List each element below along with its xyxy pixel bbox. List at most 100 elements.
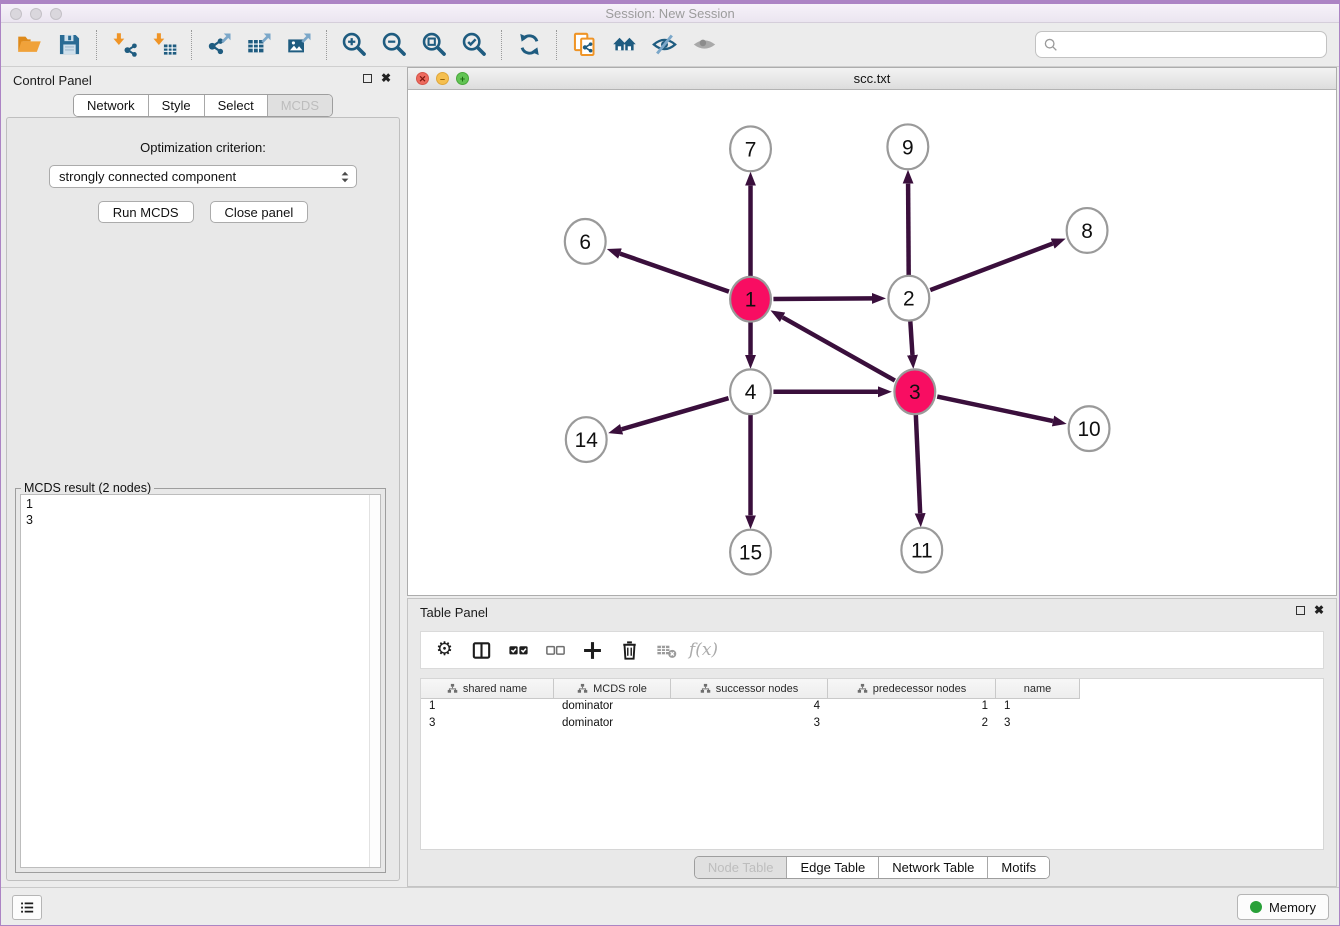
toolbar-separator bbox=[191, 30, 192, 60]
zoom-fit-icon bbox=[421, 31, 448, 58]
network-canvas[interactable]: 7968124314101511 bbox=[408, 90, 1336, 595]
column-header-mcds-role[interactable]: MCDS role bbox=[554, 679, 671, 699]
first-neighbors-button[interactable] bbox=[604, 27, 644, 63]
export-table-icon bbox=[246, 31, 273, 58]
table-tab-network-table[interactable]: Network Table bbox=[879, 857, 988, 878]
refresh-button[interactable] bbox=[509, 27, 549, 63]
select-all-button[interactable] bbox=[503, 635, 534, 665]
tab-network[interactable]: Network bbox=[74, 95, 149, 116]
log-console-button[interactable] bbox=[12, 895, 42, 920]
graph-node-label-2: 2 bbox=[903, 288, 915, 311]
table-cell[interactable]: 3 bbox=[671, 716, 828, 733]
combo-stepper-icon bbox=[337, 168, 353, 186]
save-session-button[interactable] bbox=[49, 27, 89, 63]
mcds-result-textarea[interactable]: 1 3 bbox=[20, 494, 381, 868]
search-icon bbox=[1043, 37, 1059, 53]
tab-select[interactable]: Select bbox=[205, 95, 268, 116]
table-cell[interactable]: dominator bbox=[554, 699, 671, 716]
table-cell[interactable]: 3 bbox=[421, 716, 554, 733]
memory-button[interactable]: Memory bbox=[1237, 894, 1329, 920]
table-cell[interactable]: 1 bbox=[421, 699, 554, 716]
mcds-result-title: MCDS result (2 nodes) bbox=[21, 481, 154, 495]
hide-selected-icon bbox=[651, 31, 678, 58]
toolbar-separator bbox=[556, 30, 557, 60]
table-row[interactable]: 3dominator323 bbox=[421, 716, 1323, 733]
graph-edge-1-2[interactable] bbox=[773, 298, 872, 299]
delete-table-button bbox=[651, 635, 682, 665]
float-panel-icon[interactable] bbox=[363, 74, 372, 83]
float-table-panel-icon[interactable] bbox=[1296, 606, 1305, 615]
table-row[interactable]: 1dominator411 bbox=[421, 699, 1323, 716]
duplicate-network-button[interactable] bbox=[564, 27, 604, 63]
graph-node-label-14: 14 bbox=[575, 429, 598, 452]
tab-mcds[interactable]: MCDS bbox=[268, 95, 332, 116]
column-header-successor-nodes[interactable]: successor nodes bbox=[671, 679, 828, 699]
export-network-button[interactable] bbox=[199, 27, 239, 63]
graph-node-label-7: 7 bbox=[745, 138, 757, 161]
result-scrollbar[interactable] bbox=[369, 495, 380, 867]
import-table-icon bbox=[151, 31, 178, 58]
zoom-fit-button[interactable] bbox=[414, 27, 454, 63]
close-table-panel-icon[interactable]: ✖ bbox=[1314, 605, 1324, 615]
column-header-predecessor-nodes[interactable]: predecessor nodes bbox=[828, 679, 996, 699]
table-tab-motifs[interactable]: Motifs bbox=[988, 857, 1049, 878]
table-cell[interactable]: dominator bbox=[554, 716, 671, 733]
toolbar-separator bbox=[326, 30, 327, 60]
control-panel-title: Control Panel bbox=[13, 73, 92, 88]
open-session-button[interactable] bbox=[9, 27, 49, 63]
search-input[interactable] bbox=[1059, 35, 1326, 55]
column-header-shared-name[interactable]: shared name bbox=[421, 679, 554, 699]
table-tab-edge-table[interactable]: Edge Table bbox=[787, 857, 879, 878]
list-icon bbox=[19, 899, 36, 916]
criterion-select[interactable]: strongly connected component bbox=[49, 165, 357, 188]
split-panel-button[interactable] bbox=[466, 635, 497, 665]
import-table-button[interactable] bbox=[144, 27, 184, 63]
graph-node-label-6: 6 bbox=[579, 231, 591, 254]
graph-edge-3-1[interactable] bbox=[783, 317, 895, 380]
table-cell[interactable]: 2 bbox=[828, 716, 996, 733]
table-cell[interactable]: 4 bbox=[671, 699, 828, 716]
graph-edge-2-3[interactable] bbox=[910, 321, 912, 355]
graph-edge-2-8[interactable] bbox=[930, 244, 1052, 290]
window-title: Session: New Session bbox=[1, 6, 1339, 21]
table-cell[interactable]: 3 bbox=[996, 716, 1080, 733]
graph-node-label-9: 9 bbox=[902, 136, 914, 159]
deselect-all-icon bbox=[544, 639, 567, 662]
graph-edge-2-9[interactable] bbox=[908, 184, 909, 276]
zoom-selected-button[interactable] bbox=[454, 27, 494, 63]
run-mcds-button[interactable]: Run MCDS bbox=[98, 201, 194, 223]
table-tab-node-table[interactable]: Node Table bbox=[695, 857, 788, 878]
table-options-button[interactable]: ⚙ bbox=[429, 635, 460, 665]
export-image-button[interactable] bbox=[279, 27, 319, 63]
graph-edge-1-6[interactable] bbox=[620, 254, 729, 292]
deselect-all-button[interactable] bbox=[540, 635, 571, 665]
close-panel-icon[interactable]: ✖ bbox=[381, 73, 391, 83]
toolbar-separator bbox=[96, 30, 97, 60]
zoom-in-button[interactable] bbox=[334, 27, 374, 63]
table-cell[interactable]: 1 bbox=[828, 699, 996, 716]
optimization-criterion-label: Optimization criterion: bbox=[7, 140, 399, 155]
column-header-name[interactable]: name bbox=[996, 679, 1080, 699]
memory-label: Memory bbox=[1269, 900, 1316, 915]
graph-edge-4-14[interactable] bbox=[622, 398, 729, 429]
export-image-icon bbox=[286, 31, 313, 58]
node-table: shared nameMCDS rolesuccessor nodesprede… bbox=[420, 678, 1324, 850]
table-options-icon: ⚙ bbox=[436, 640, 453, 660]
table-cell[interactable]: 1 bbox=[996, 699, 1080, 716]
close-panel-button[interactable]: Close panel bbox=[210, 201, 309, 223]
hide-selected-button[interactable] bbox=[644, 27, 684, 63]
delete-column-button[interactable] bbox=[614, 635, 645, 665]
graph-edge-3-10[interactable] bbox=[937, 397, 1053, 421]
zoom-out-button[interactable] bbox=[374, 27, 414, 63]
import-network-button[interactable] bbox=[104, 27, 144, 63]
export-network-icon bbox=[206, 31, 233, 58]
tab-style[interactable]: Style bbox=[149, 95, 205, 116]
table-panel-title: Table Panel bbox=[420, 605, 488, 620]
open-session-icon bbox=[16, 31, 43, 58]
select-all-icon bbox=[507, 639, 530, 662]
export-table-button[interactable] bbox=[239, 27, 279, 63]
add-column-button[interactable] bbox=[577, 635, 608, 665]
criterion-selected-value: strongly connected component bbox=[59, 169, 236, 184]
graph-canvas[interactable]: 7968124314101511 bbox=[408, 90, 1336, 595]
graph-edge-3-11[interactable] bbox=[916, 415, 920, 514]
